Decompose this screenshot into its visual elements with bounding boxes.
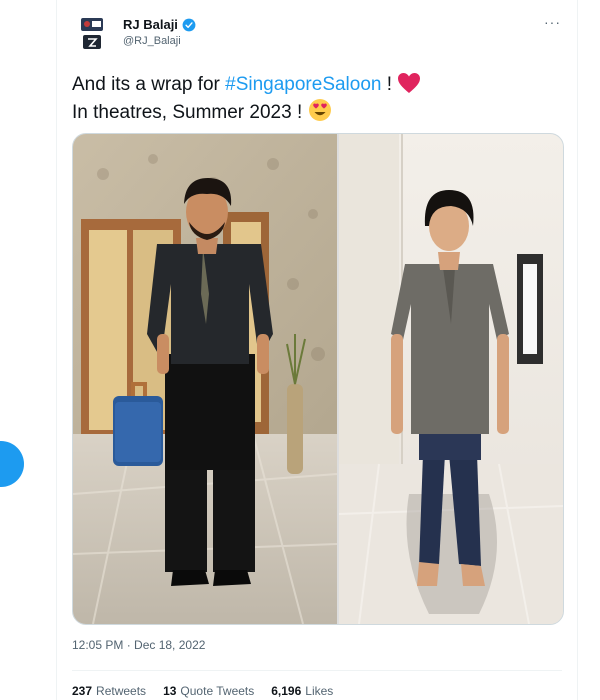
- quote-tweets-label: Quote Tweets: [180, 684, 255, 698]
- left-nav-strip: [0, 0, 56, 700]
- heart-eyes-emoji-icon: [308, 99, 331, 121]
- more-options-icon[interactable]: ···: [544, 14, 561, 30]
- author-display-name[interactable]: RJ Balaji: [123, 17, 178, 32]
- media-grid: [72, 133, 564, 625]
- photo-man-black-shirt[interactable]: [73, 134, 337, 624]
- tweet-text: And its a wrap for #SingaporeSaloon ! In…: [72, 72, 572, 126]
- tweet-text-part: And its a wrap for: [72, 74, 226, 95]
- tweet-timestamp[interactable]: 12:05 PM · Dec 18, 2022: [72, 638, 205, 652]
- likes-stat[interactable]: 6,196 Likes: [271, 684, 333, 698]
- avatar[interactable]: [79, 15, 105, 53]
- tweet-text-part: In theatres, Summer 2023 !: [72, 102, 308, 123]
- likes-count: 6,196: [271, 684, 302, 698]
- tweet-card: RJ Balaji @RJ_Balaji ··· And its a wrap …: [56, 0, 578, 700]
- retweets-stat[interactable]: 237 Retweets: [72, 684, 146, 698]
- floating-compose-button[interactable]: [0, 441, 24, 487]
- likes-label: Likes: [305, 684, 334, 698]
- retweets-count: 237: [72, 684, 93, 698]
- quote-tweets-count: 13: [163, 684, 177, 698]
- photo-man-grey-shirt[interactable]: [339, 134, 563, 624]
- divider: [72, 670, 562, 671]
- tweet-text-part: !: [381, 74, 398, 95]
- tweet-stats: 237 Retweets 13 Quote Tweets 6,196 Likes: [72, 684, 333, 698]
- author-handle[interactable]: @RJ_Balaji: [123, 35, 181, 47]
- quote-tweets-stat[interactable]: 13 Quote Tweets: [163, 684, 254, 698]
- hashtag-link[interactable]: #SingaporeSaloon: [225, 74, 381, 95]
- retweets-label: Retweets: [96, 684, 147, 698]
- red-heart-icon: [398, 73, 421, 93]
- verified-badge-icon: [182, 18, 196, 31]
